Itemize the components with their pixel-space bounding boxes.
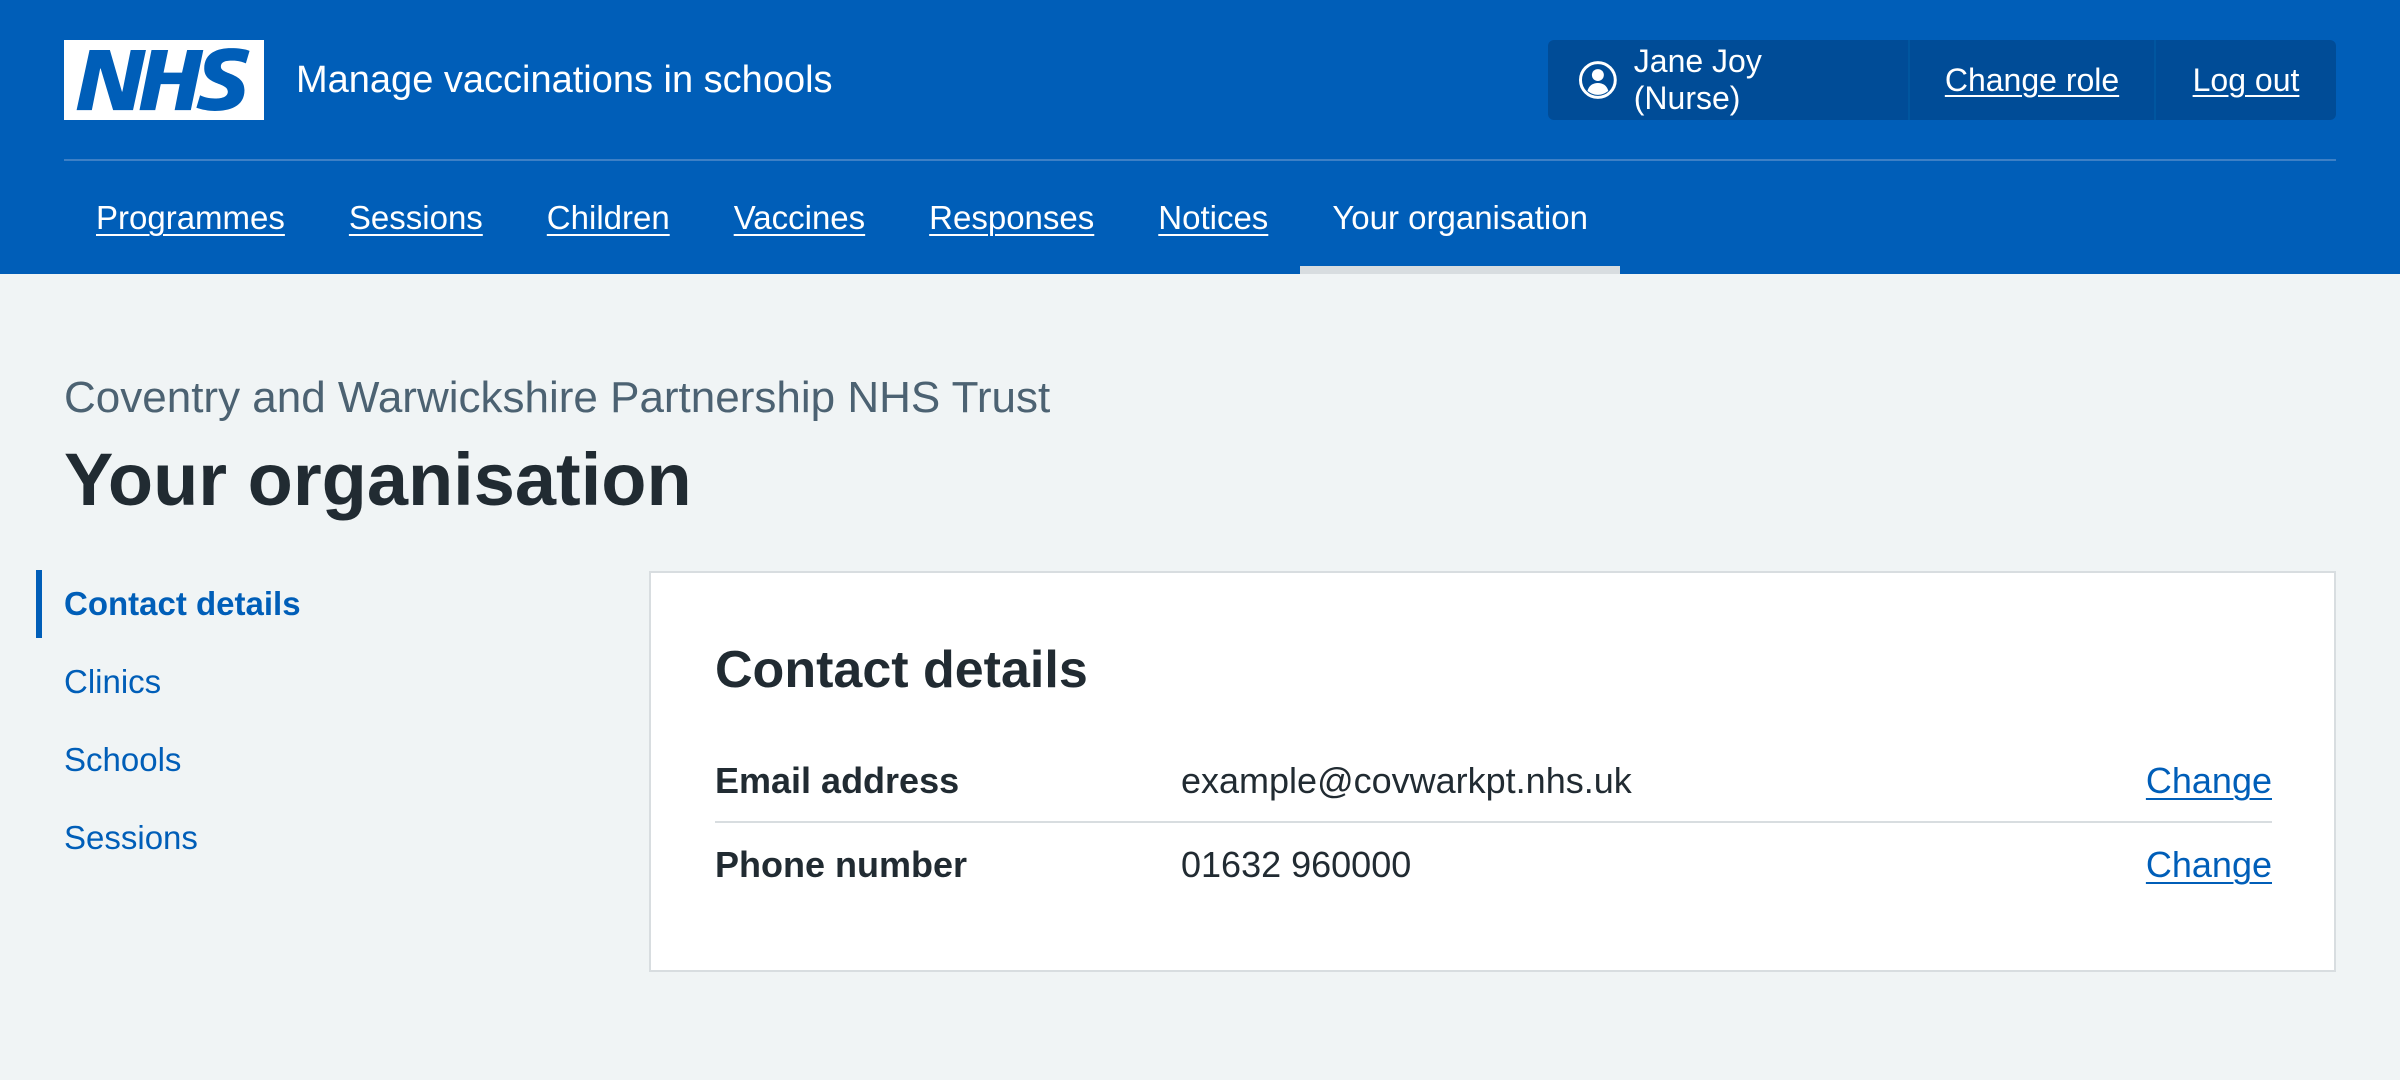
summary-list: Email address example@covwarkpt.nhs.uk C… (715, 741, 2272, 907)
card-title: Contact details (715, 641, 1088, 699)
primary-navigation: Programmes Sessions Children Vaccines Re… (64, 162, 1620, 274)
nav-item-vaccines[interactable]: Vaccines (702, 162, 897, 274)
sidenav-item-label[interactable]: Sessions (64, 819, 198, 857)
nav-item-notices[interactable]: Notices (1126, 162, 1300, 274)
sidenav-item-schools[interactable]: Schools (36, 726, 596, 794)
change-phone-link[interactable]: Change (2146, 844, 2272, 886)
nav-link-programmes[interactable]: Programmes (96, 199, 285, 237)
nav-item-sessions[interactable]: Sessions (317, 162, 515, 274)
header-divider (64, 159, 2336, 161)
nav-link-vaccines[interactable]: Vaccines (734, 199, 865, 237)
nav-link-responses[interactable]: Responses (929, 199, 1094, 237)
contact-details-card: Contact details Email address example@co… (649, 571, 2336, 972)
nav-item-children[interactable]: Children (515, 162, 702, 274)
user-icon (1578, 61, 1617, 99)
sidenav-item-label[interactable]: Clinics (64, 663, 161, 701)
sidenav-item-clinics[interactable]: Clinics (36, 648, 596, 716)
nhs-logo[interactable] (64, 40, 264, 120)
summary-value: example@covwarkpt.nhs.uk (1181, 760, 1632, 801)
nav-item-your-organisation[interactable]: Your organisation (1300, 162, 1620, 274)
nav-item-responses[interactable]: Responses (897, 162, 1126, 274)
summary-row-email: Email address example@covwarkpt.nhs.uk C… (715, 741, 2272, 823)
service-name[interactable]: Manage vaccinations in schools (296, 52, 833, 108)
nav-link-notices[interactable]: Notices (1158, 199, 1268, 237)
sidenav-item-sessions[interactable]: Sessions (36, 804, 596, 872)
log-out-link[interactable]: Log out (2193, 62, 2300, 99)
nav-link-sessions[interactable]: Sessions (349, 199, 483, 237)
page-title: Your organisation (64, 438, 692, 521)
nav-item-programmes[interactable]: Programmes (64, 162, 317, 274)
summary-key: Email address (715, 760, 960, 801)
summary-key: Phone number (715, 844, 968, 885)
account-user-label: Jane Joy (Nurse) (1633, 43, 1762, 116)
summary-row-phone: Phone number 01632 960000 Change (715, 823, 2272, 907)
summary-value: 01632 960000 (1181, 844, 1412, 885)
nav-active-indicator (1300, 266, 1620, 274)
nav-link-your-organisation[interactable]: Your organisation (1332, 199, 1588, 237)
log-out-item: Log out (2154, 40, 2336, 120)
page-caption: Coventry and Warwickshire Partnership NH… (64, 373, 1051, 422)
sidenav-item-label[interactable]: Contact details (64, 585, 301, 623)
change-email-link[interactable]: Change (2146, 760, 2272, 802)
account-menu: Jane Joy (Nurse) Change role Log out (1548, 40, 2336, 120)
change-role-item: Change role (1908, 40, 2154, 120)
nhs-logo-icon (76, 48, 250, 111)
secondary-navigation: Contact details Clinics Schools Sessions (36, 570, 596, 882)
site-header: Manage vaccinations in schools Jane Joy … (0, 0, 2400, 274)
change-role-link[interactable]: Change role (1945, 62, 2119, 99)
nav-link-children[interactable]: Children (547, 199, 670, 237)
account-user: Jane Joy (Nurse) (1548, 40, 1908, 120)
sidenav-item-label[interactable]: Schools (64, 741, 181, 779)
sidenav-item-contact-details[interactable]: Contact details (36, 570, 596, 638)
